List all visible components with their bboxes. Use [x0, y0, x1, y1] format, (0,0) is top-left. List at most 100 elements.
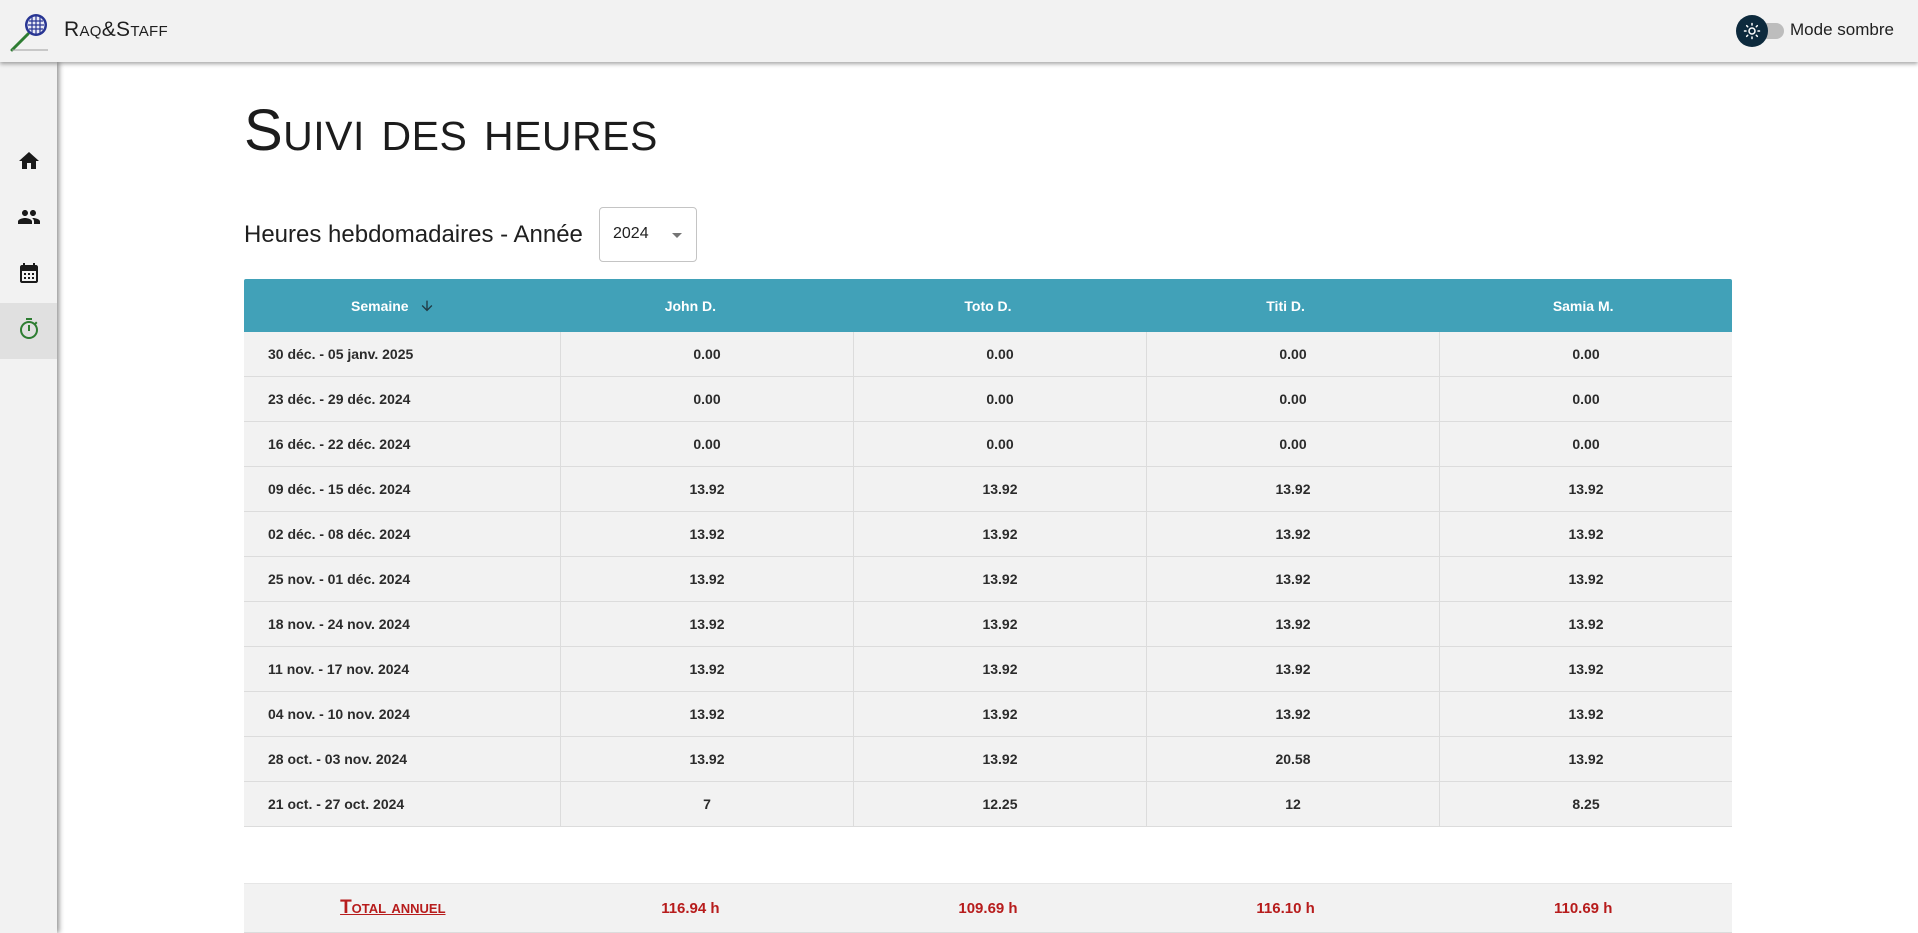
side-navigation	[0, 62, 57, 933]
column-header-employee[interactable]: Toto D.	[839, 279, 1137, 332]
column-header-employee[interactable]: John D.	[542, 279, 840, 332]
column-header-employee[interactable]: Titi D.	[1137, 279, 1435, 332]
hours-cell: 13.92	[561, 737, 854, 781]
total-cell: 110.69 h	[1553, 899, 1613, 917]
table-row: 16 déc. - 22 déc. 2024 0.00 0.00 0.00 0.00	[244, 422, 1732, 467]
weekly-hours-label: Heures hebdomadaires - Année	[244, 221, 583, 248]
sun-icon	[1736, 15, 1768, 47]
table-row: 09 déc. - 15 déc. 2024 13.92 13.92 13.92 13.…	[244, 467, 1732, 512]
week-range-cell: 25 nov. - 01 déc. 2024	[244, 557, 561, 601]
column-header-label: Semaine	[351, 297, 409, 314]
hours-cell: 13.92	[854, 512, 1147, 556]
app-brand-title: Raq&Staff	[64, 18, 168, 41]
hours-cell: 13.92	[561, 467, 854, 511]
timer-icon	[17, 317, 41, 346]
hours-cell: 7	[561, 782, 854, 826]
hours-cell: 0.00	[1147, 422, 1440, 466]
table-row: 04 nov. - 10 nov. 2024 13.92 13.92 13.92 13.…	[244, 692, 1732, 737]
hours-cell: 0.00	[854, 377, 1147, 421]
home-icon	[17, 149, 41, 178]
hours-cell: 13.92	[561, 512, 854, 556]
hours-cell: 13.92	[854, 467, 1147, 511]
total-cell: 116.94 h	[661, 899, 720, 917]
week-range-cell: 21 oct. - 27 oct. 2024	[244, 782, 561, 826]
total-annual-label: Total annuel	[244, 884, 542, 932]
hours-cell: 13.92	[854, 737, 1147, 781]
hours-cell: 0.00	[854, 332, 1147, 376]
dark-mode-switch[interactable]	[1736, 15, 1784, 47]
hours-cell: 20.58	[1147, 737, 1440, 781]
hours-cell: 13.92	[1147, 647, 1440, 691]
sidebar-item-calendar[interactable]	[0, 247, 57, 303]
hours-cell: 13.92	[561, 692, 854, 736]
week-range-cell: 16 déc. - 22 déc. 2024	[244, 422, 561, 466]
week-range-cell: 28 oct. - 03 nov. 2024	[244, 737, 561, 781]
week-range-cell: 23 déc. - 29 déc. 2024	[244, 377, 561, 421]
hours-cell: 13.92	[1147, 692, 1440, 736]
total-annual-text: Total annuel	[340, 897, 446, 918]
column-header-employee[interactable]: Samia M.	[1434, 279, 1732, 332]
hours-cell: 13.92	[1568, 571, 1604, 587]
arrow-down-sort-icon[interactable]	[419, 298, 435, 314]
hours-cell: 0.00	[561, 377, 854, 421]
table-row: 18 nov. - 24 nov. 2024 13.92 13.92 13.92 13.…	[244, 602, 1732, 647]
people-icon	[17, 205, 41, 234]
hours-cell: 13.92	[1568, 706, 1604, 722]
hours-cell: 12	[1147, 782, 1440, 826]
year-select-value: 2024	[613, 225, 649, 242]
table-row: 21 oct. - 27 oct. 2024 7 12.25 12 8.25	[244, 782, 1732, 827]
hours-cell: 13.92	[1568, 616, 1604, 632]
hours-cell: 8.25	[1572, 796, 1600, 812]
tennis-racket-logo-icon	[10, 12, 50, 52]
hours-cell: 0.00	[561, 332, 854, 376]
hours-cell: 13.92	[1568, 526, 1604, 542]
table-row: 02 déc. - 08 déc. 2024 13.92 13.92 13.92 13.…	[244, 512, 1732, 557]
hours-cell: 13.92	[1568, 661, 1604, 677]
chevron-down-icon	[672, 233, 682, 238]
hours-cell: 13.92	[561, 557, 854, 601]
week-range-cell: 02 déc. - 08 déc. 2024	[244, 512, 561, 556]
sidebar-item-time-tracking[interactable]	[0, 303, 57, 359]
hours-cell: 0.00	[1572, 346, 1600, 362]
hours-cell: 13.92	[1147, 602, 1440, 646]
table-row: 11 nov. - 17 nov. 2024 13.92 13.92 13.92 13.…	[244, 647, 1732, 692]
table-row: 25 nov. - 01 déc. 2024 13.92 13.92 13.92 13.…	[244, 557, 1732, 602]
top-app-bar: Raq&Staff Mode sombre	[0, 0, 1918, 62]
year-select[interactable]: 2024	[599, 207, 697, 262]
hours-cell: 12.25	[854, 782, 1147, 826]
hours-cell: 13.92	[561, 602, 854, 646]
sidebar-item-staff[interactable]	[0, 191, 57, 247]
total-cell: 109.69 h	[958, 899, 1018, 917]
hours-cell: 13.92	[1147, 512, 1440, 556]
sidebar-item-home[interactable]	[0, 135, 57, 191]
hours-cell: 13.92	[854, 647, 1147, 691]
table-body[interactable]: 30 déc. - 05 janv. 2025 0.00 0.00 0.00 0.00 2…	[244, 332, 1732, 883]
table-row: 30 déc. - 05 janv. 2025 0.00 0.00 0.00 0.00	[244, 332, 1732, 377]
hours-cell: 0.00	[561, 422, 854, 466]
hours-cell: 13.92	[854, 692, 1147, 736]
hours-cell: 13.92	[561, 647, 854, 691]
table-footer-totals-row: Total annuel 116.94 h 109.69 h 116.10 h …	[244, 883, 1732, 933]
column-header-week[interactable]: Semaine	[244, 279, 542, 332]
weekly-hours-table: Semaine John D. Toto D. Titi D. Samia M.…	[244, 279, 1732, 933]
hours-cell: 0.00	[1147, 377, 1440, 421]
hours-cell: 13.92	[1568, 751, 1604, 767]
calendar-icon	[17, 261, 41, 290]
week-range-cell: 09 déc. - 15 déc. 2024	[244, 467, 561, 511]
hours-cell: 13.92	[1147, 557, 1440, 601]
hours-cell: 13.92	[1568, 481, 1604, 497]
week-range-cell: 04 nov. - 10 nov. 2024	[244, 692, 561, 736]
table-row: 23 déc. - 29 déc. 2024 0.00 0.00 0.00 0.00	[244, 377, 1732, 422]
page-title: Suivi des heures	[244, 98, 658, 163]
table-header-row: Semaine John D. Toto D. Titi D. Samia M.	[244, 279, 1732, 332]
hours-cell: 0.00	[1572, 391, 1600, 407]
total-cell: 116.10 h	[1256, 899, 1315, 917]
hours-cell: 13.92	[854, 557, 1147, 601]
hours-cell: 13.92	[854, 602, 1147, 646]
week-range-cell: 18 nov. - 24 nov. 2024	[244, 602, 561, 646]
hours-cell: 0.00	[1147, 332, 1440, 376]
hours-cell: 0.00	[854, 422, 1147, 466]
week-range-cell: 11 nov. - 17 nov. 2024	[244, 647, 561, 691]
week-range-cell: 30 déc. - 05 janv. 2025	[244, 332, 561, 376]
hours-cell: 13.92	[1147, 467, 1440, 511]
